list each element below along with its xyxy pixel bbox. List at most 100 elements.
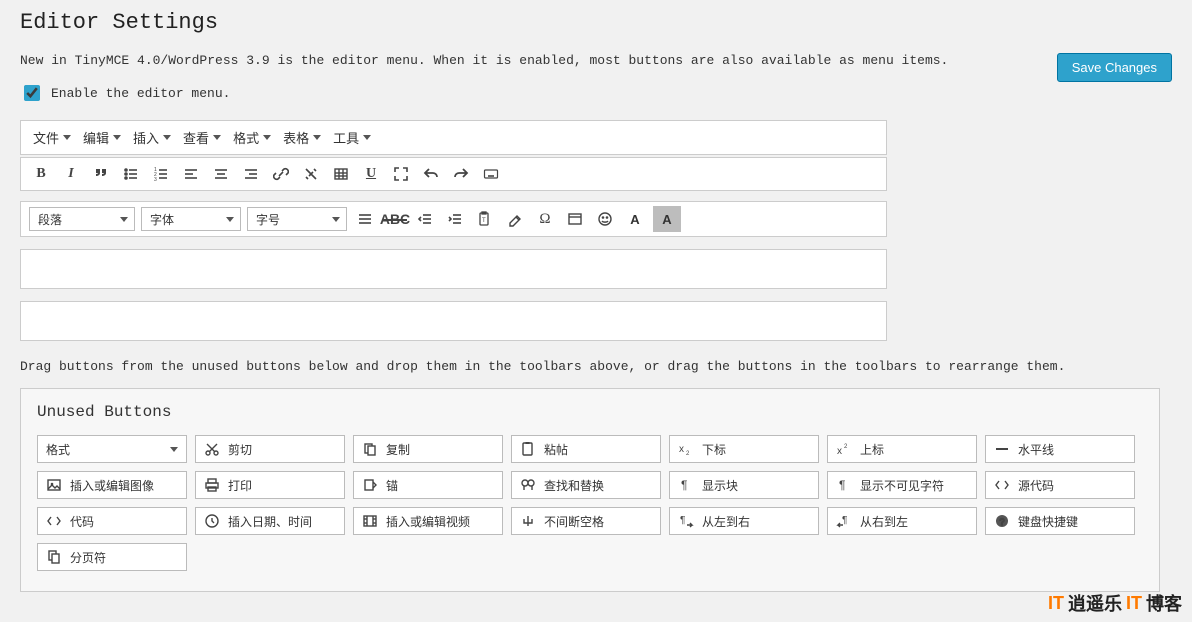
special-char-button[interactable]: Ω bbox=[531, 206, 559, 232]
codein-icon bbox=[46, 513, 62, 529]
unused-button-rtl[interactable]: ¶从右到左 bbox=[827, 507, 977, 535]
menu-tools[interactable]: 工具 bbox=[327, 124, 377, 151]
editor-toolbar-3-empty[interactable] bbox=[20, 249, 887, 289]
unused-button-label: 源代码 bbox=[1018, 477, 1054, 494]
unused-button-label: 下标 bbox=[702, 441, 726, 458]
save-changes-button[interactable]: Save Changes bbox=[1057, 53, 1172, 82]
editor-toolbar-4-empty[interactable] bbox=[20, 301, 887, 341]
pilcrow-icon: ¶ bbox=[836, 477, 852, 493]
code-icon bbox=[994, 477, 1010, 493]
fullscreen-button[interactable] bbox=[387, 161, 415, 187]
unused-button-search[interactable]: 查找和替换 bbox=[511, 471, 661, 499]
hr-icon bbox=[994, 441, 1010, 457]
background-color-button[interactable]: A bbox=[653, 206, 681, 232]
svg-text:¶: ¶ bbox=[680, 515, 685, 526]
font-family-select[interactable]: 字体 bbox=[141, 207, 241, 231]
enable-editor-menu-checkbox[interactable] bbox=[24, 85, 40, 101]
unused-button-ltr[interactable]: ¶ 从左到右 bbox=[669, 507, 819, 535]
chevron-down-icon bbox=[120, 217, 128, 222]
watermark-part: IT bbox=[1126, 593, 1142, 614]
clock-icon bbox=[204, 513, 220, 529]
number-list-button[interactable]: 123 bbox=[147, 161, 175, 187]
unused-button-code[interactable]: 源代码 bbox=[985, 471, 1135, 499]
sup-icon: x2 bbox=[836, 441, 852, 457]
chevron-down-icon bbox=[263, 135, 271, 140]
unused-button-blocks[interactable]: ¶ 显示块 bbox=[669, 471, 819, 499]
editor-toolbar-2: 段落 字体 字号 ABC T Ω A A bbox=[20, 201, 887, 237]
strikethrough-button[interactable]: ABC bbox=[381, 206, 409, 232]
bullet-list-button[interactable] bbox=[117, 161, 145, 187]
menu-label: 工具 bbox=[333, 128, 359, 147]
unused-button-label: 打印 bbox=[228, 477, 252, 494]
drag-hint-text: Drag buttons from the unused buttons bel… bbox=[20, 359, 1172, 374]
paste-text-button[interactable]: T bbox=[471, 206, 499, 232]
watermark-logo: IT 逍遥乐 IT 博客 bbox=[1048, 590, 1182, 616]
underline-button[interactable]: U bbox=[357, 161, 385, 187]
menu-edit[interactable]: 编辑 bbox=[77, 124, 127, 151]
redo-button[interactable] bbox=[447, 161, 475, 187]
unused-button-cut[interactable]: 剪切 bbox=[195, 435, 345, 463]
anchor-icon bbox=[362, 477, 378, 493]
svg-text:x: x bbox=[837, 446, 842, 457]
align-center-button[interactable] bbox=[207, 161, 235, 187]
unused-button-label: 显示块 bbox=[702, 477, 738, 494]
chevron-down-icon bbox=[163, 135, 171, 140]
unused-button-sub[interactable]: x2下标 bbox=[669, 435, 819, 463]
menu-file[interactable]: 文件 bbox=[27, 124, 77, 151]
paragraph-select[interactable]: 段落 bbox=[29, 207, 135, 231]
menu-insert[interactable]: 插入 bbox=[127, 124, 177, 151]
table-button[interactable] bbox=[327, 161, 355, 187]
unused-button-paste[interactable]: 粘帖 bbox=[511, 435, 661, 463]
unused-button-pagebreak[interactable]: 分页符 bbox=[37, 543, 187, 571]
unused-button-anchor[interactable]: 锚 bbox=[353, 471, 503, 499]
menu-view[interactable]: 查看 bbox=[177, 124, 227, 151]
align-left-button[interactable] bbox=[177, 161, 205, 187]
indent-button[interactable] bbox=[441, 206, 469, 232]
unlink-button[interactable] bbox=[297, 161, 325, 187]
ltr-icon: ¶ bbox=[678, 513, 694, 529]
undo-button[interactable] bbox=[417, 161, 445, 187]
align-right-button[interactable] bbox=[237, 161, 265, 187]
menu-format[interactable]: 格式 bbox=[227, 124, 277, 151]
unused-button-label: 复制 bbox=[386, 441, 410, 458]
unused-button-help[interactable]: ?键盘快捷键 bbox=[985, 507, 1135, 535]
blocks-icon: ¶ bbox=[678, 477, 694, 493]
unused-button-hr[interactable]: 水平线 bbox=[985, 435, 1135, 463]
nbsp-icon bbox=[520, 513, 536, 529]
menu-table[interactable]: 表格 bbox=[277, 124, 327, 151]
unused-button-label: 不间断空格 bbox=[544, 513, 604, 530]
menu-label: 编辑 bbox=[83, 128, 109, 147]
unused-button-format[interactable]: 格式 bbox=[37, 435, 187, 463]
unused-button-codein[interactable]: 代码 bbox=[37, 507, 187, 535]
chevron-down-icon bbox=[332, 217, 340, 222]
unused-button-clock[interactable]: 插入日期、时间 bbox=[195, 507, 345, 535]
svg-text:x: x bbox=[679, 444, 684, 455]
editor-menubar: 文件 编辑 插入 查看 格式 表格 工具 bbox=[20, 120, 887, 155]
blockquote-button[interactable] bbox=[87, 161, 115, 187]
bold-button[interactable]: B bbox=[27, 161, 55, 187]
unused-button-image[interactable]: 插入或编辑图像 bbox=[37, 471, 187, 499]
unused-button-sup[interactable]: x2上标 bbox=[827, 435, 977, 463]
unused-button-print[interactable]: 打印 bbox=[195, 471, 345, 499]
emoticon-button[interactable] bbox=[591, 206, 619, 232]
more-button[interactable] bbox=[561, 206, 589, 232]
unused-button-nbsp[interactable]: 不间断空格 bbox=[511, 507, 661, 535]
outdent-button[interactable] bbox=[411, 206, 439, 232]
keyboard-button[interactable] bbox=[477, 161, 505, 187]
link-button[interactable] bbox=[267, 161, 295, 187]
unused-button-video[interactable]: 插入或编辑视频 bbox=[353, 507, 503, 535]
unused-button-label: 从左到右 bbox=[702, 513, 750, 530]
svg-text:¶: ¶ bbox=[681, 478, 687, 492]
unused-button-pilcrow[interactable]: ¶显示不可见字符 bbox=[827, 471, 977, 499]
text-color-button[interactable]: A bbox=[621, 206, 649, 232]
font-size-select[interactable]: 字号 bbox=[247, 207, 347, 231]
align-justify-button[interactable] bbox=[351, 206, 379, 232]
watermark-part: IT bbox=[1048, 593, 1064, 614]
chevron-down-icon bbox=[363, 135, 371, 140]
rtl-icon: ¶ bbox=[836, 513, 852, 529]
italic-button[interactable]: I bbox=[57, 161, 85, 187]
unused-button-copy[interactable]: 复制 bbox=[353, 435, 503, 463]
menu-label: 格式 bbox=[233, 128, 259, 147]
help-icon: ? bbox=[994, 513, 1010, 529]
clear-formatting-button[interactable] bbox=[501, 206, 529, 232]
